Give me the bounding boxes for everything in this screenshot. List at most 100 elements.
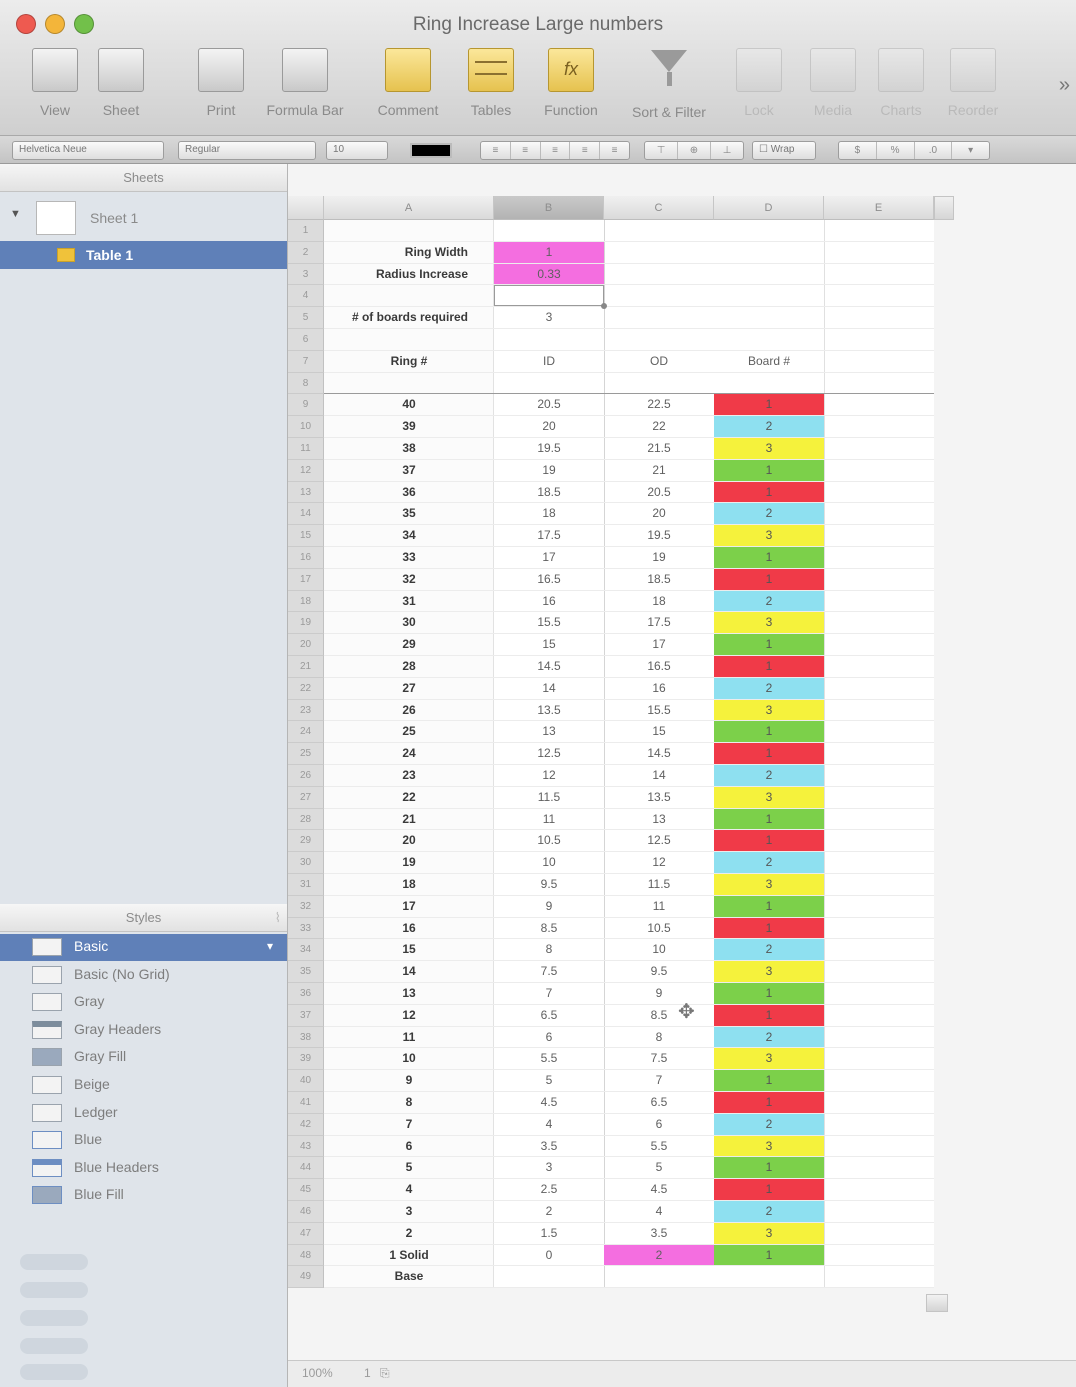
column-header[interactable]: D (714, 196, 824, 220)
board-cell[interactable]: 2 (714, 765, 824, 786)
id-cell[interactable]: 20 (494, 416, 604, 437)
more-format-icon[interactable]: ▾ (952, 142, 989, 159)
ring-number-cell[interactable]: 9 (324, 1070, 494, 1091)
id-cell[interactable]: 5 (494, 1070, 604, 1091)
row-header[interactable]: 44 (288, 1157, 324, 1180)
styles-resize-handle[interactable]: ⌇ (275, 904, 281, 932)
ring-number-cell[interactable]: 13 (324, 983, 494, 1004)
row-header[interactable]: 33 (288, 917, 324, 940)
ring-number-cell[interactable]: 6 (324, 1136, 494, 1157)
reorder-tool-button[interactable]: Reorder (930, 46, 1016, 122)
row-header[interactable]: 41 (288, 1092, 324, 1114)
od-cell[interactable]: 21 (604, 460, 714, 481)
sort-filter-tool-button[interactable]: Sort & Filter (626, 46, 712, 122)
add-column-handle[interactable] (934, 196, 954, 220)
id-cell[interactable]: 9 (494, 896, 604, 917)
paragraph-style-select[interactable]: Helvetica Neue (12, 141, 164, 160)
ring-number-cell[interactable]: 7 (324, 1114, 494, 1135)
board-cell[interactable]: 3 (714, 1048, 824, 1070)
row-header[interactable]: 22 (288, 677, 324, 700)
board-cell[interactable]: 3 (714, 961, 824, 982)
row-header[interactable]: 43 (288, 1135, 324, 1158)
id-cell[interactable]: 13 (494, 721, 604, 742)
board-cell[interactable]: 1 (714, 917, 824, 939)
id-cell[interactable]: 4.5 (494, 1092, 604, 1113)
id-cell[interactable]: 11.5 (494, 787, 604, 808)
cell-format-buttons[interactable]: $% .0 ▾ (838, 141, 990, 160)
board-cell[interactable]: 1 (714, 1179, 824, 1200)
ring-number-cell[interactable]: 28 (324, 656, 494, 677)
row-header[interactable]: 36 (288, 983, 324, 1005)
od-cell[interactable]: 11 (604, 896, 714, 917)
od-cell[interactable]: 7.5 (604, 1048, 714, 1069)
row-header[interactable]: 28 (288, 808, 324, 831)
style-item[interactable]: Blue (0, 1127, 287, 1154)
valign-bottom-icon[interactable]: ⊥ (711, 142, 743, 159)
board-cell[interactable]: 3 (714, 438, 824, 459)
style-item[interactable]: Basic ▾ (0, 934, 287, 961)
od-cell[interactable]: 2 (604, 1244, 714, 1266)
od-cell[interactable]: 18.5 (604, 569, 714, 590)
ring-number-cell[interactable]: 21 (324, 809, 494, 830)
board-cell[interactable]: 3 (714, 874, 824, 895)
od-cell[interactable]: 16.5 (604, 656, 714, 677)
board-cell[interactable]: 3 (714, 699, 824, 721)
auto-align-icon[interactable]: ≡ (600, 142, 629, 159)
formula-bar-tool-button[interactable]: Formula Bar (262, 46, 348, 122)
od-cell[interactable]: 6.5 (604, 1092, 714, 1113)
disclosure-triangle-icon[interactable]: ▼ (10, 208, 21, 220)
board-cell[interactable]: 1 (714, 459, 824, 481)
decimal-icon[interactable]: .0 (915, 142, 953, 159)
board-cell[interactable]: 1 (714, 394, 824, 416)
row-header[interactable]: 27 (288, 786, 324, 809)
od-cell[interactable]: 5 (604, 1157, 714, 1178)
id-cell[interactable]: 13.5 (494, 700, 604, 721)
row-header[interactable]: 40 (288, 1070, 324, 1092)
row-header[interactable]: 46 (288, 1201, 324, 1223)
board-cell[interactable]: 1 (714, 895, 824, 917)
id-cell[interactable]: 14.5 (494, 656, 604, 677)
board-header[interactable]: Board # (714, 351, 824, 372)
row-header[interactable]: 32 (288, 895, 324, 918)
zoom-level[interactable]: 100% (302, 1366, 333, 1380)
ring-number-cell[interactable]: 18 (324, 874, 494, 895)
board-cell[interactable]: 2 (714, 677, 824, 699)
od-cell[interactable]: 14 (604, 765, 714, 786)
ring-number-cell[interactable]: 15 (324, 939, 494, 960)
ring-number-cell[interactable]: 32 (324, 569, 494, 590)
od-cell[interactable]: 4.5 (604, 1179, 714, 1200)
row-header[interactable]: 38 (288, 1026, 324, 1049)
od-cell[interactable]: 10.5 (604, 918, 714, 939)
board-cell[interactable]: 1 (714, 830, 824, 852)
od-cell[interactable]: 4 (604, 1201, 714, 1222)
board-cell[interactable]: 3 (714, 1222, 824, 1244)
id-cell[interactable]: 3.5 (494, 1136, 604, 1157)
row-header[interactable]: 45 (288, 1179, 324, 1201)
table-corner[interactable] (288, 196, 324, 220)
row-header[interactable]: 11 (288, 438, 324, 460)
row-header[interactable]: 31 (288, 874, 324, 896)
style-item[interactable]: Basic (No Grid) (0, 962, 287, 989)
board-cell[interactable]: 1 (714, 568, 824, 590)
ring-number-cell[interactable]: 33 (324, 547, 494, 568)
ring-number-cell[interactable]: 1 Solid (324, 1245, 494, 1266)
od-cell[interactable]: 21.5 (604, 438, 714, 459)
row-header[interactable]: 42 (288, 1113, 324, 1136)
od-cell[interactable]: 9 (604, 983, 714, 1004)
row-header[interactable]: 24 (288, 721, 324, 744)
style-item[interactable]: Gray (0, 989, 287, 1016)
board-cell[interactable]: 1 (714, 721, 824, 743)
ring-number-cell[interactable]: 10 (324, 1048, 494, 1069)
row-header[interactable]: 15 (288, 525, 324, 547)
board-cell[interactable]: 1 (714, 547, 824, 568)
od-cell[interactable]: 3.5 (604, 1223, 714, 1244)
ring-number-cell[interactable]: 27 (324, 678, 494, 699)
od-cell[interactable]: 10 (604, 939, 714, 960)
id-cell[interactable]: 3 (494, 1157, 604, 1178)
ring-number-cell[interactable]: 23 (324, 765, 494, 786)
board-cell[interactable]: 1 (714, 808, 824, 830)
row-header[interactable]: 5 (288, 307, 324, 329)
row-header[interactable]: 1 (288, 220, 324, 242)
board-cell[interactable]: 1 (714, 743, 824, 764)
ring-number-cell[interactable]: 38 (324, 438, 494, 459)
